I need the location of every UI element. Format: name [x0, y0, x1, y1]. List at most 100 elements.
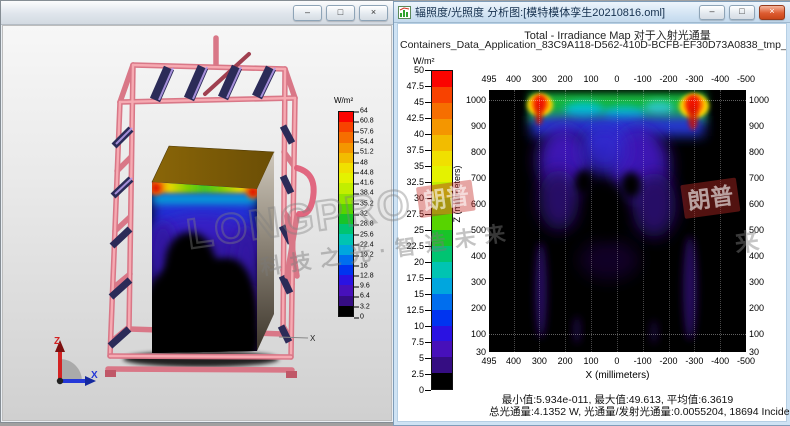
- x-axis-tick-label: 200: [558, 74, 573, 84]
- maximize-button[interactable]: □: [729, 5, 755, 20]
- triad-x-label: X: [91, 370, 98, 381]
- maximize-button[interactable]: □: [326, 5, 355, 21]
- gridline-horizontal: [489, 334, 746, 335]
- z-axis-tick-label: 30: [749, 347, 759, 357]
- colorbar-tick-label: 19.2: [354, 252, 374, 259]
- z-axis-tick-label: 300: [749, 277, 764, 287]
- x-axis-tick-label: 100: [584, 356, 599, 366]
- colorbar-ticks: 5047.54542.54037.53532.53027.52522.52017…: [399, 70, 431, 390]
- 3d-viewport[interactable]: X Z X: [3, 26, 338, 422]
- colorbar-tick-label: 32: [354, 211, 368, 218]
- colorbar-tick-label: 32.5: [406, 177, 431, 187]
- colorbar-band: [339, 183, 353, 193]
- stats-line-2: 总光通量:4.1352 W, 光通量/发射光通量:0.0055204, 1869…: [489, 404, 746, 419]
- x-axis-tick-label: -400: [711, 74, 729, 84]
- z-axis-right: 100090080070060050040030020010030: [749, 90, 779, 352]
- z-axis-tick-label: 1000: [749, 95, 769, 105]
- z-axis-tick-label: 500: [749, 225, 764, 235]
- colorbar-tick-label: 0: [354, 314, 364, 321]
- z-axis-tick-label: 600: [749, 199, 764, 209]
- colorbar-band: [339, 132, 353, 142]
- colorbar-tick-label: 9.6: [354, 283, 370, 290]
- z-axis-tick-label: 600: [471, 199, 486, 209]
- minimize-button[interactable]: –: [293, 5, 322, 21]
- z-axis-tick-label: 800: [749, 147, 764, 157]
- colorbar-tick-label: 51.2: [354, 149, 374, 156]
- colorbar-tick-label: 2.5: [411, 369, 431, 379]
- colorbar-tick-label: 38.4: [354, 190, 374, 197]
- colorbar-band: [432, 151, 452, 167]
- x-axis-tick-label: 0: [614, 356, 619, 366]
- colorbar-band: [432, 310, 452, 326]
- gridline-vertical: [514, 90, 515, 352]
- z-axis-tick-label: 400: [471, 251, 486, 261]
- colorbar-tick-label: 22.4: [354, 241, 374, 248]
- colorbar-band: [339, 255, 353, 265]
- gridline-vertical: [694, 90, 695, 352]
- close-button[interactable]: ×: [759, 5, 785, 20]
- irradiance-map-canvas[interactable]: [489, 90, 746, 352]
- map-subtitle: Containers_Data_Application_83C9A118-D56…: [400, 39, 786, 51]
- x-axis-tick-label: 300: [532, 356, 547, 366]
- x-axis-tick-label: 200: [558, 356, 573, 366]
- z-axis-tick-label: 200: [471, 303, 486, 313]
- z-axis-left: 100090080070060050040030020010030: [458, 90, 486, 352]
- colorbar-band: [339, 296, 353, 306]
- x-axis-tick-label: -100: [634, 356, 652, 366]
- x-axis-tick-label: -200: [659, 356, 677, 366]
- right-window-titlebar[interactable]: 辐照度/光照度 分析图:[模特模体孪生20210816.oml] – □ ×: [394, 2, 790, 23]
- z-axis-tick-label: 200: [749, 303, 764, 313]
- x-axis-tick-label: -500: [737, 356, 755, 366]
- left-colorbar-unit: W/m²: [334, 96, 353, 105]
- x-axis-top: 4954003002001000-100-200-300-400-500: [489, 74, 746, 86]
- left-colorbar: 6460.857.654.451.24844.841.638.435.23228…: [338, 111, 354, 317]
- z-axis-tick-label: 500: [471, 225, 486, 235]
- colorbar-tick-label: 40: [414, 129, 431, 139]
- gridline-vertical: [643, 90, 644, 352]
- close-button[interactable]: ×: [359, 5, 388, 21]
- colorbar-tick-label: 28.8: [354, 221, 374, 228]
- minimize-button[interactable]: –: [699, 5, 725, 20]
- colorbar-tick-label: 15: [414, 289, 431, 299]
- svg-text:X: X: [310, 334, 316, 343]
- colorbar-tick-label: 57.6: [354, 128, 374, 135]
- x-axis-tick-label: -200: [659, 74, 677, 84]
- colorbar-tick-label: 12.5: [406, 305, 431, 315]
- colorbar-band: [432, 373, 452, 389]
- x-axis-tick-label: -300: [685, 74, 703, 84]
- colorbar-tick-label: 30: [414, 193, 431, 203]
- colorbar-band: [432, 246, 452, 262]
- x-axis-tick-label: -100: [634, 74, 652, 84]
- colorbar-tick-label: 5: [419, 353, 431, 363]
- colorbar-tick-label: 27.5: [406, 209, 431, 219]
- colorbar-band: [432, 71, 452, 87]
- x-axis-tick-label: 495: [481, 74, 496, 84]
- colorbar-tick-label: 22.5: [406, 241, 431, 251]
- colorbar-tick-label: 54.4: [354, 138, 374, 145]
- z-axis-tick-label: 900: [471, 121, 486, 131]
- colorbar-tick-label: 42.5: [406, 113, 431, 123]
- gridline-vertical: [539, 90, 540, 352]
- colorbar-tick-label: 37.5: [406, 145, 431, 155]
- colorbar-tick-label: 20: [414, 257, 431, 267]
- gridline-vertical: [565, 90, 566, 352]
- z-axis-tick-label: 800: [471, 147, 486, 157]
- colorbar-band: [339, 153, 353, 163]
- colorbar-band: [432, 166, 452, 182]
- colorbar-tick-label: 60.8: [354, 118, 374, 125]
- colorbar-band: [339, 224, 353, 234]
- colorbar-band: [339, 275, 353, 285]
- z-axis-tick-label: 30: [476, 347, 486, 357]
- colorbar-band: [339, 234, 353, 244]
- left-window-titlebar[interactable]: – □ ×: [1, 1, 393, 25]
- colorbar-band: [432, 214, 452, 230]
- irradiance-map-window: 辐照度/光照度 分析图:[模特模体孪生20210816.oml] – □ × T…: [393, 1, 790, 426]
- colorbar-band: [339, 122, 353, 132]
- map-colorbar: 5047.54542.54037.53532.53027.52522.52017…: [431, 70, 453, 390]
- colorbar-tick-label: 10: [414, 321, 431, 331]
- colorbar-tick-label: 12.8: [354, 272, 374, 279]
- colorbar-band: [432, 294, 452, 310]
- colorbar-band: [339, 143, 353, 153]
- colorbar-band: [432, 326, 452, 342]
- z-axis-tick-label: 100: [471, 329, 486, 339]
